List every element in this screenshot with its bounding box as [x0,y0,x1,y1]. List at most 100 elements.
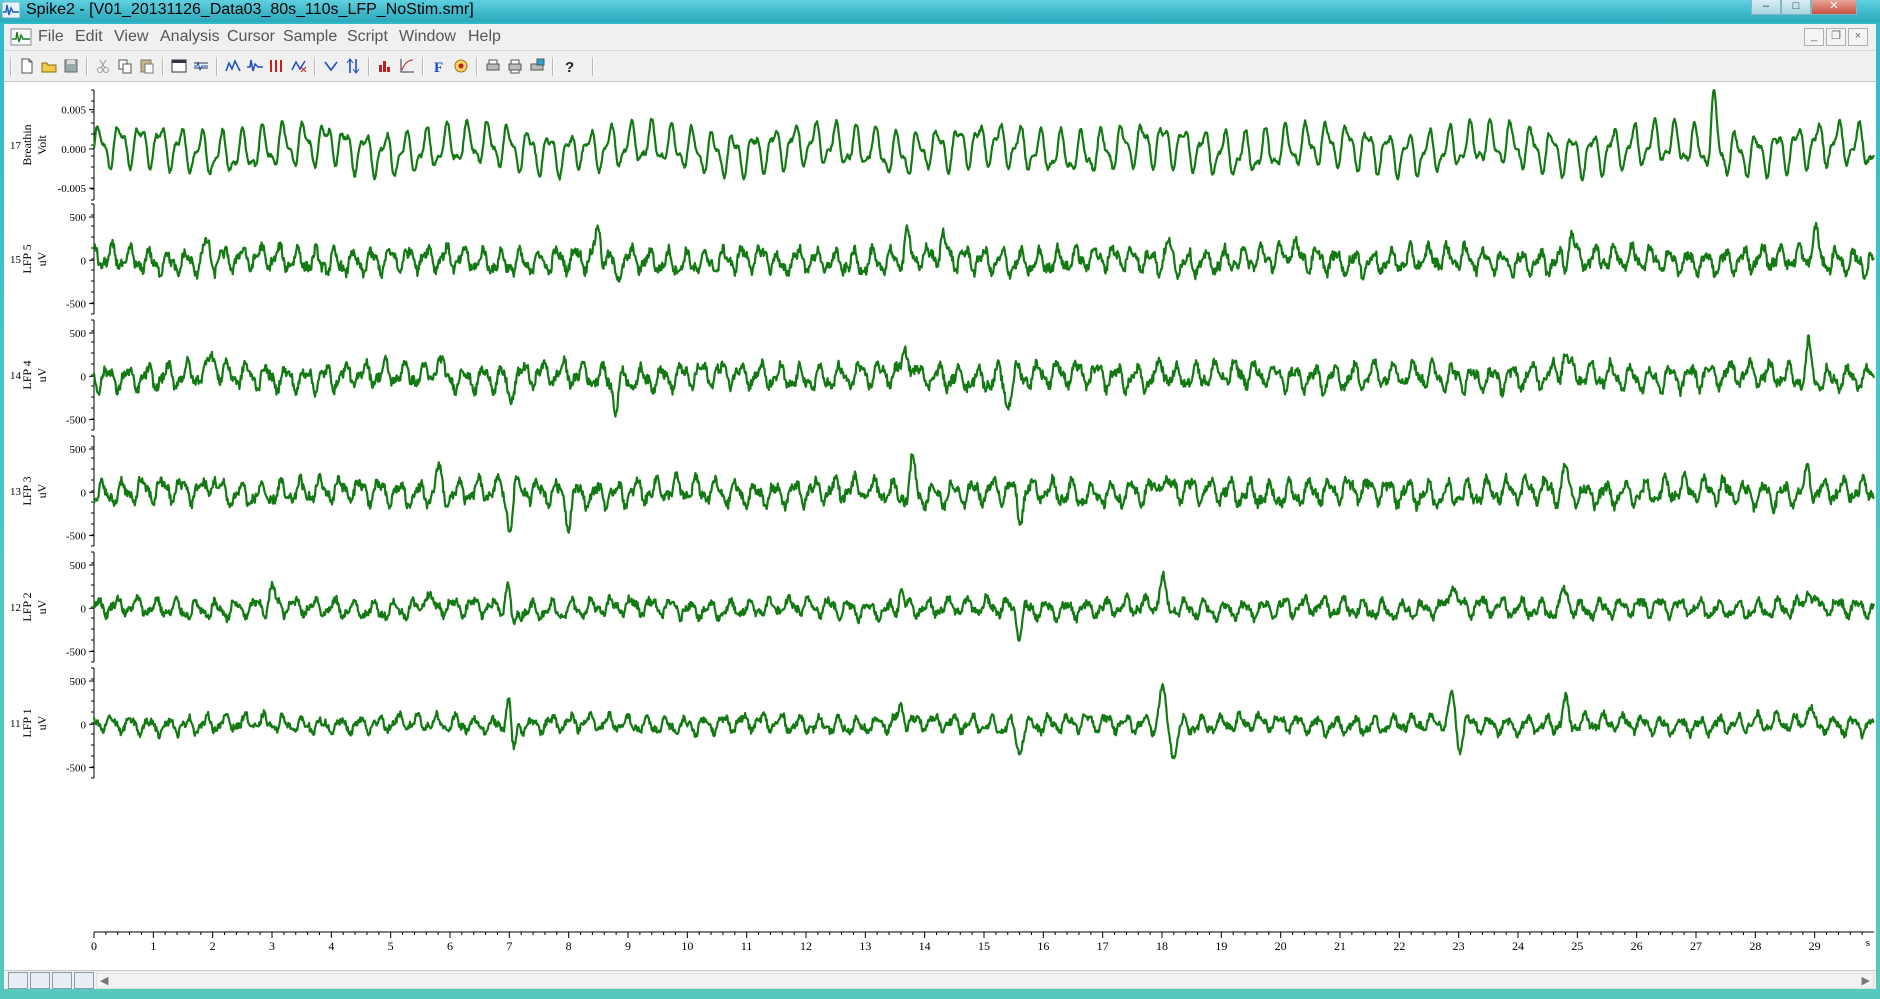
open-file-icon[interactable] [40,57,58,75]
channel-name-label: LFP 4 [20,360,34,389]
x-tick-label: 9 [625,939,631,953]
x-tick-label: 17 [1097,939,1109,953]
channel-unit-label: uV [35,251,49,266]
channel-info-icon[interactable] [192,57,210,75]
x-tick-label: 20 [1275,939,1287,953]
toolbar: F ? [4,51,1876,82]
y-tick-label: 0.000 [61,144,86,156]
x-tick-label: 28 [1749,939,1761,953]
scroll-right-arrow-icon[interactable]: ▶ [1862,974,1870,988]
channel-view-icon[interactable] [30,972,50,989]
paste-icon[interactable] [138,57,156,75]
trace-lfp-3 [92,453,1875,534]
x-tick-label: 23 [1453,939,1465,953]
toolbar-separator [86,57,88,76]
new-file-icon[interactable] [18,57,36,75]
x-tick-label: 27 [1690,939,1702,953]
spike2-app-icon [2,2,20,18]
new-view-icon[interactable] [170,57,188,75]
menu-analysis[interactable]: Analysis [160,28,220,46]
menu-script[interactable]: Script [347,28,388,46]
toolbar-separator [476,57,478,76]
x-tick-label: 19 [1215,939,1227,953]
time-view[interactable]: 0.005 0.000 -0.005 Breathin Volt 17 500 0 -500 LF… [4,82,1876,970]
cursor-updown-icon[interactable] [344,57,362,75]
toolbar-separator [592,57,594,76]
markers-icon[interactable] [268,57,286,75]
new-result-icon[interactable] [224,57,242,75]
x-tick-label: 10 [681,939,693,953]
menu-window[interactable]: Window [399,28,456,46]
x-tick-label: 18 [1156,939,1168,953]
cut-icon[interactable] [94,57,112,75]
window-title: Spike2 - [V01_20131126_Data03_80s_110s_L… [26,1,474,18]
x-tick-label: 11 [741,939,753,953]
x-tick-label: 15 [978,939,990,953]
menu-cursor[interactable]: Cursor [227,28,275,46]
f-icon[interactable]: F [430,57,448,75]
log-icon[interactable] [398,57,416,75]
channel-number-label: 15 [10,254,22,266]
cursor-down-icon[interactable] [322,57,340,75]
close-view-icon[interactable] [74,972,94,989]
x-tick-label: 12 [800,939,812,953]
print-icon[interactable] [484,57,502,75]
channel-number-label: 14 [10,370,22,382]
menu-view[interactable]: View [114,28,148,46]
trace-lfp-2 [92,570,1876,643]
horizontal-scrollbar[interactable]: ◀ ▶ [96,973,1874,989]
x-tick-label: 21 [1334,939,1346,953]
y-tick-label: 0 [81,487,87,499]
child-close-button[interactable]: × [1848,28,1868,46]
menu-file[interactable]: File [38,28,64,46]
y-tick-label: -500 [66,647,87,659]
scroll-left-arrow-icon[interactable]: ◀ [100,974,108,988]
histogram-icon[interactable] [376,57,394,75]
x-tick-label: 3 [269,939,275,953]
waveform-icon[interactable] [246,57,264,75]
y-tick-label: -0.005 [58,183,87,195]
y-tick-label: -500 [66,763,87,775]
print-screen-icon[interactable] [528,57,546,75]
y-tick-label: 500 [70,676,87,688]
x-tick-label: 13 [859,939,871,953]
channel-number-label: 17 [10,140,22,152]
toolbar-separator [552,57,554,76]
close-button[interactable]: ✕ [1811,0,1857,15]
menu-sample[interactable]: Sample [283,28,337,46]
child-restore-button[interactable]: ❐ [1826,28,1846,46]
x-tick-label: 25 [1571,939,1583,953]
copy-icon[interactable] [116,57,134,75]
channel-name-label: LFP 2 [20,592,34,621]
y-tick-label: 0 [81,255,87,267]
y-tick-label: -500 [66,299,87,311]
x-tick-label: 1 [150,939,156,953]
save-icon[interactable] [62,57,80,75]
toolbar-separator [422,57,424,76]
toolbar-separator [216,57,218,76]
document-icon[interactable] [10,28,32,46]
toolbar-separator [368,57,370,76]
print-visible-icon[interactable] [506,57,524,75]
bottom-bar: ◀ ▶ [4,970,1876,989]
maximize-button[interactable]: □ [1781,0,1811,15]
channel-unit-label: uV [35,599,49,614]
y-tick-label: -500 [66,415,87,427]
channel-unit-label: uV [35,483,49,498]
channel-name-label: LFP 5 [20,244,34,273]
minimize-button[interactable]: – [1751,0,1781,15]
child-minimize-button[interactable]: _ [1804,28,1824,46]
xy-view-icon[interactable] [290,57,308,75]
x-tick-label: 4 [328,939,334,953]
help-lens-icon[interactable] [452,57,470,75]
time-view-icon[interactable] [8,972,28,989]
trace-chart[interactable]: 0.0050.000-0.005Breathin Volt175000-500LF… [4,82,1876,970]
window-titlebar[interactable]: Spike2 - [V01_20131126_Data03_80s_110s_L… [0,0,1880,22]
channel-unit-label: Volt [35,134,49,154]
menu-edit[interactable]: Edit [75,28,103,46]
help-icon[interactable]: ? [560,57,578,75]
y-tick-label: 0 [81,719,87,731]
menu-help[interactable]: Help [468,28,501,46]
mark-view-icon[interactable] [52,972,72,989]
x-tick-label: 26 [1631,939,1643,953]
